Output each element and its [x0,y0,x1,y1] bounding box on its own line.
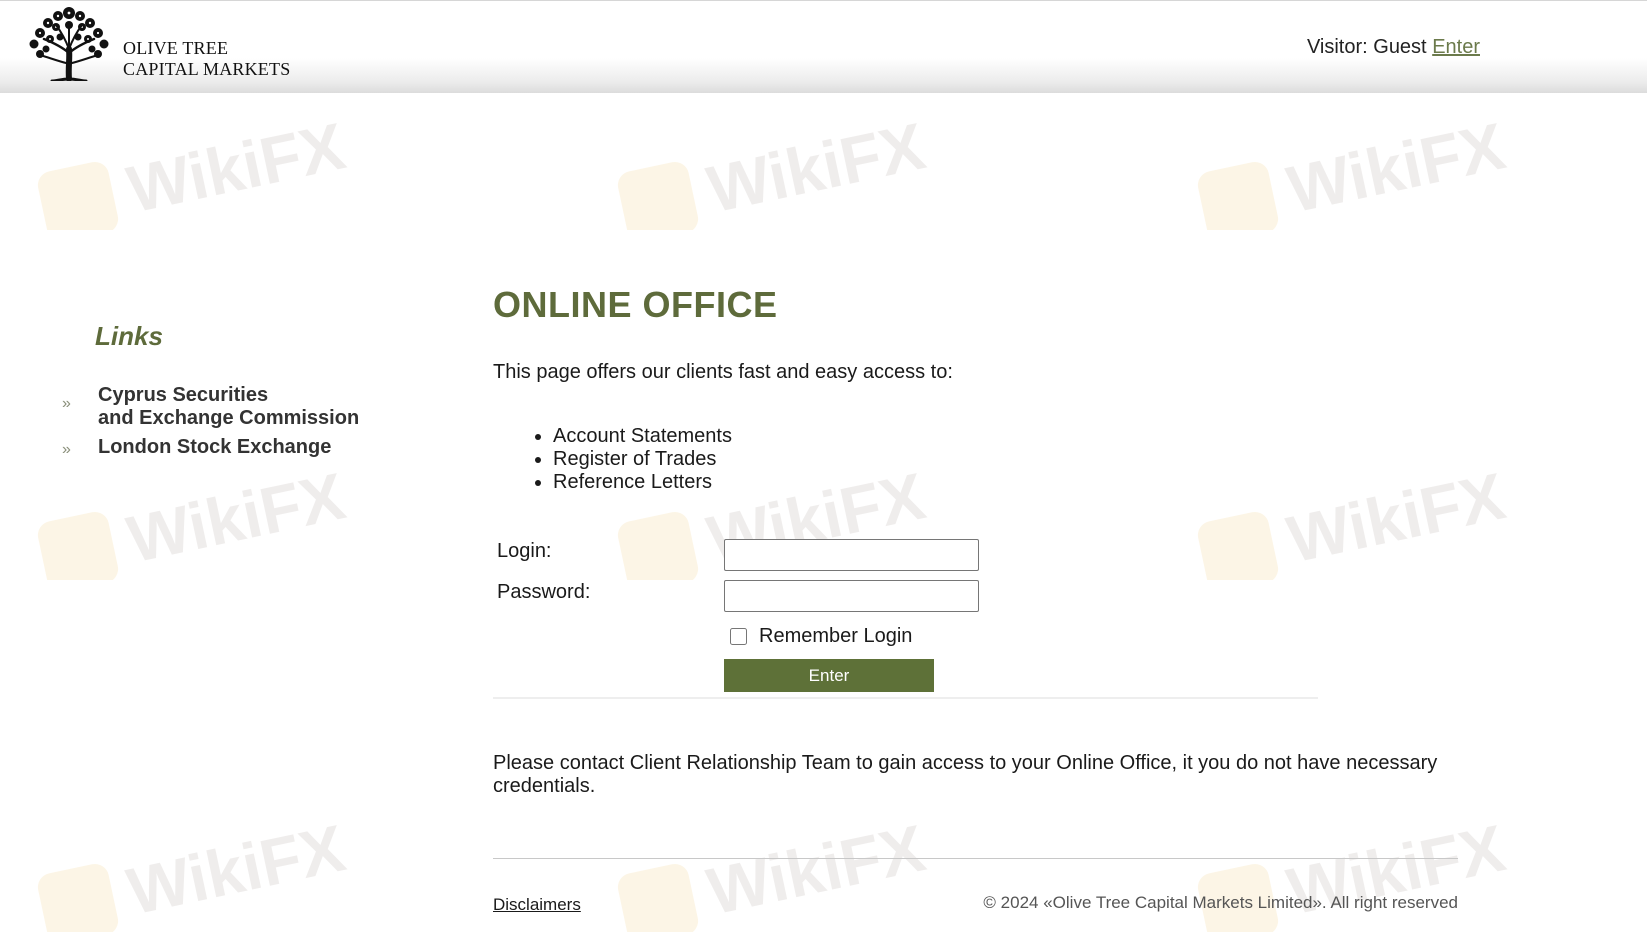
watermark: WikiFX [1197,110,1511,230]
password-input[interactable] [724,580,979,612]
page-title: ONLINE OFFICE [493,284,778,325]
watermark: WikiFX [37,460,351,580]
feature-list: Account Statements Register of Trades Re… [493,425,732,494]
login-input[interactable] [724,539,979,571]
sidebar-link-cysec[interactable]: » Cyprus Securities and Exchange Commiss… [60,384,398,430]
visitor-label: Visitor: Guest [1306,36,1427,58]
watermark-text: WikiFX [1281,460,1511,576]
watermark: WikiFX [617,812,931,932]
watermark: WikiFX [37,812,351,932]
disclaimers-link[interactable]: Disclaimers [493,895,581,915]
watermark-text: WikiFX [121,812,351,928]
remember-login-label: Remember Login [759,625,913,647]
footer-divider [493,858,1458,859]
watermark-text: WikiFX [1281,110,1511,226]
sidebar-link-lse[interactable]: » London Stock Exchange [60,436,398,459]
logo-line-1: OLIVE TREE [123,38,229,58]
sidebar-link-label: and Exchange Commission [98,407,360,429]
intro-text: This page offers our clients fast and ea… [493,361,953,383]
watermark-text: WikiFX [121,110,351,226]
double-chevron-right-icon: » [62,441,71,458]
watermark-badge-icon [37,863,119,932]
sidebar-title: Links [95,321,163,351]
watermark-badge-icon [1197,511,1279,580]
watermark-badge-icon [617,511,699,580]
sidebar-link-label: Cyprus Securities [98,384,269,406]
watermark-badge-icon [617,161,699,230]
sidebar-link-label: London Stock Exchange [98,436,332,458]
remember-login[interactable]: Remember Login [728,625,912,648]
logo-line-2: CAPITAL MARKETS [123,59,291,79]
watermark-text: WikiFX [701,110,931,226]
divider [493,697,1318,699]
copyright-text: © 2024 «Olive Tree Capital Markets Limit… [983,893,1458,912]
watermark: WikiFX [1197,812,1511,932]
watermark-text: WikiFX [701,812,931,928]
watermark: WikiFX [1197,460,1511,580]
watermark: WikiFX [37,110,351,230]
header-enter-link[interactable]: Enter [1432,36,1480,58]
list-item: Register of Trades [553,448,732,471]
logo-wordmark[interactable]: OLIVE TREE CAPITAL MARKETS [123,38,290,80]
visitor-status: Visitor: Guest Enter [1307,36,1480,59]
double-chevron-right-icon: » [62,395,71,412]
watermark-badge-icon [1197,161,1279,230]
site-header: OLIVE TREE CAPITAL MARKETS Visitor: Gues… [0,0,1647,93]
watermark-text: WikiFX [121,460,351,576]
watermark-badge-icon [37,161,119,230]
list-item: Account Statements [553,425,732,448]
watermark-badge-icon [617,863,699,932]
olive-tree-logo-icon[interactable] [26,3,112,81]
enter-button[interactable]: Enter [724,659,934,692]
watermark: WikiFX [617,110,931,230]
remember-login-checkbox[interactable] [730,628,747,645]
login-label: Login: [497,540,552,562]
password-label: Password: [497,581,591,603]
watermark-badge-icon [37,511,119,580]
sidebar-links: » Cyprus Securities and Exchange Commiss… [60,384,398,465]
list-item: Reference Letters [553,471,732,494]
contact-notice: Please contact Client Relationship Team … [493,752,1438,797]
